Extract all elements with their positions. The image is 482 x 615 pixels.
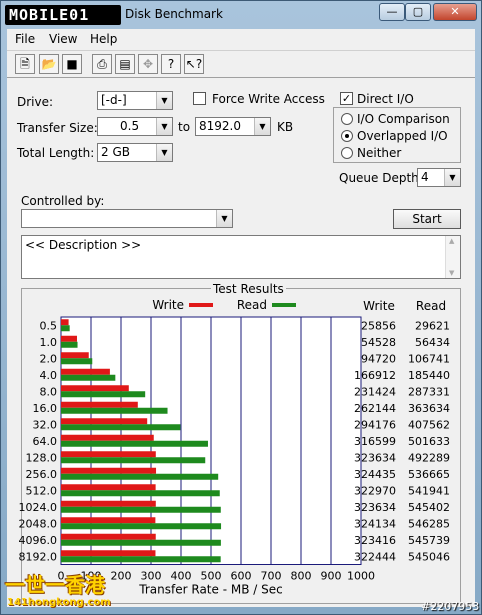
scroll-down-icon: ▼ xyxy=(449,269,455,277)
kb-unit-label: KB xyxy=(277,120,294,134)
window-title: Disk Benchmark xyxy=(125,7,223,21)
total-length-select[interactable]: 2 GB ▼ xyxy=(97,143,173,162)
io-comparison-radio[interactable] xyxy=(341,113,353,125)
transfer-size-from-select[interactable]: 0.5 ▼ xyxy=(97,117,173,136)
chevron-down-icon: ▼ xyxy=(254,118,270,135)
drive-label: Drive: xyxy=(17,95,54,109)
new-file-icon[interactable]: 🗎 xyxy=(15,54,35,74)
menu-bar: File View Help xyxy=(7,29,475,49)
overlapped-io-radio[interactable] xyxy=(341,130,353,142)
maximize-button[interactable]: ▢ xyxy=(405,3,431,21)
move-icon[interactable]: ✥ xyxy=(138,54,158,74)
close-button[interactable]: ✕ xyxy=(433,3,477,21)
watermark-post-id: #2207953 xyxy=(421,600,480,613)
watermark-brand-url: 141hongkong.com xyxy=(7,597,111,608)
toolbar: 🗎 📂 ■ ⎙ ▤ ✥ ? ↖? xyxy=(7,50,475,78)
print-icon[interactable]: ⎙ xyxy=(92,54,112,74)
app-window: MOBILE01 Disk Benchmark — ▢ ✕ File View … xyxy=(0,0,482,615)
neither-radio[interactable] xyxy=(341,147,353,159)
chevron-down-icon: ▼ xyxy=(444,169,460,186)
mobile01-logo: MOBILE01 xyxy=(5,5,121,25)
to-label: to xyxy=(178,120,191,134)
overlapped-io-label: Overlapped I/O xyxy=(357,129,448,143)
chevron-down-icon: ▼ xyxy=(156,144,172,161)
print-preview-icon[interactable]: ▤ xyxy=(115,54,135,74)
description-scrollbar[interactable]: ▲ ▼ xyxy=(445,236,460,278)
watermark-brand-cn: 一世一香港 xyxy=(5,573,105,597)
context-help-icon[interactable]: ↖? xyxy=(184,54,204,74)
drive-select[interactable]: [-d-] ▼ xyxy=(97,91,173,110)
test-results-panel xyxy=(21,288,461,604)
neither-label: Neither xyxy=(357,146,402,160)
client-area: File View Help 🗎 📂 ■ ⎙ ▤ ✥ ? ↖? Drive: [… xyxy=(7,29,475,607)
total-length-label: Total Length: xyxy=(17,146,95,160)
title-bar[interactable]: MOBILE01 Disk Benchmark — ▢ ✕ xyxy=(1,1,481,29)
save-icon[interactable]: ■ xyxy=(62,54,82,74)
menu-file[interactable]: File xyxy=(15,32,35,46)
queue-depth-select[interactable]: 4 ▼ xyxy=(417,168,461,187)
minimize-button[interactable]: — xyxy=(379,3,405,21)
help-icon[interactable]: ? xyxy=(161,54,181,74)
chevron-down-icon: ▼ xyxy=(156,118,172,135)
open-folder-icon[interactable]: 📂 xyxy=(39,54,59,74)
transfer-size-label: Transfer Size: xyxy=(17,121,98,135)
force-write-label: Force Write Access xyxy=(212,92,325,106)
test-results-label: Test Results xyxy=(211,282,286,296)
description-box[interactable]: << Description >> ▲ ▼ xyxy=(21,235,461,279)
menu-view[interactable]: View xyxy=(49,32,77,46)
chevron-down-icon: ▼ xyxy=(216,210,232,227)
controlled-by-select[interactable]: ▼ xyxy=(21,209,233,228)
direct-io-label: Direct I/O xyxy=(357,92,414,106)
description-text: << Description >> xyxy=(25,238,142,252)
io-comparison-label: I/O Comparison xyxy=(357,112,450,126)
chevron-down-icon: ▼ xyxy=(156,92,172,109)
scroll-up-icon: ▲ xyxy=(449,237,455,245)
controlled-by-label: Controlled by: xyxy=(21,194,105,208)
force-write-checkbox[interactable] xyxy=(193,92,206,105)
start-button[interactable]: Start xyxy=(393,209,461,229)
transfer-size-to-select[interactable]: 8192.0 ▼ xyxy=(195,117,271,136)
direct-io-checkbox[interactable]: ✓ xyxy=(340,92,353,105)
menu-help[interactable]: Help xyxy=(90,32,117,46)
queue-depth-label: Queue Depth: xyxy=(339,171,423,185)
